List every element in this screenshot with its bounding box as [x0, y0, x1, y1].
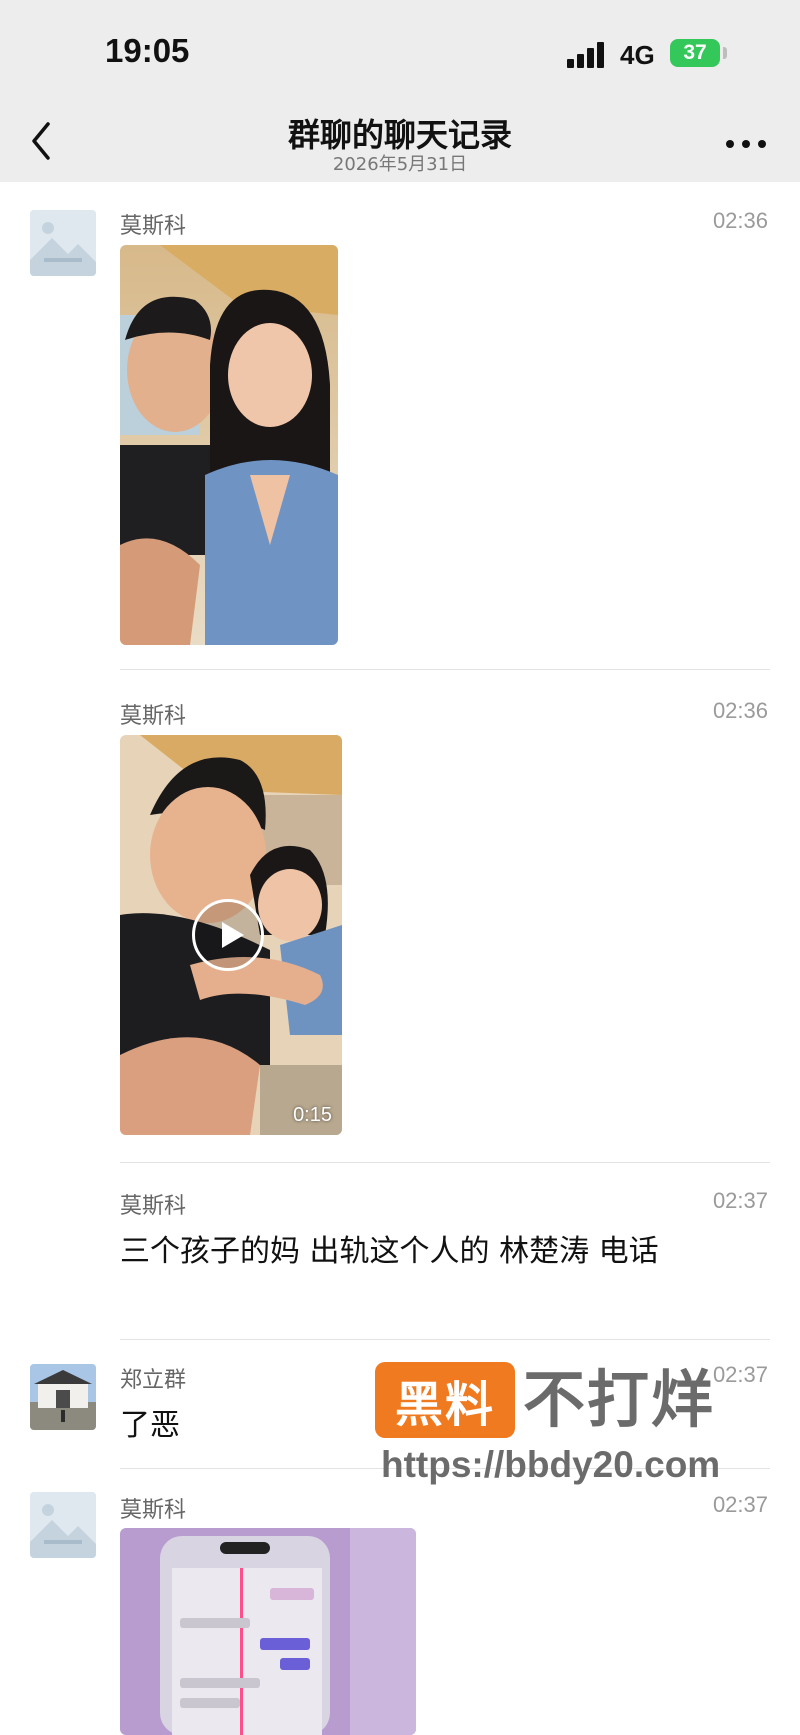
battery-level: 37: [683, 41, 707, 64]
video-duration: 0:15: [293, 1104, 332, 1126]
battery-tip: [723, 47, 727, 59]
sender-name: 郑立群: [120, 1368, 187, 1393]
avatar-placeholder-icon[interactable]: [30, 210, 96, 276]
watermark-badge: 黑料: [375, 1362, 515, 1438]
sender-name: 莫斯科: [120, 1498, 187, 1523]
message-time: 02:36: [712, 208, 768, 233]
chat-message: 莫斯科 02:37: [0, 1480, 800, 1735]
message-divider: [120, 669, 770, 670]
page-date: 2026年5月31日: [332, 154, 468, 175]
sender-name: 莫斯科: [120, 214, 187, 239]
watermark-url: https://bbdy20.com: [381, 1444, 721, 1485]
sender-name: 莫斯科: [120, 1194, 187, 1219]
clock: 19:05: [105, 32, 190, 69]
sender-name: 莫斯科: [120, 704, 187, 729]
chat-message: 莫斯科 02:37 三个孩子的妈 出轨这个人的 林楚涛 电话: [0, 1180, 800, 1340]
message-text: 三个孩子的妈 出轨这个人的 林楚涛 电话: [120, 1234, 659, 1269]
signal-icon: [567, 40, 611, 68]
video-thumbnail[interactable]: 0:15: [120, 735, 342, 1135]
photo-thumbnail[interactable]: [120, 1528, 416, 1735]
battery-icon: 37: [670, 39, 720, 67]
watermark: 黑料 不打烊 https://bbdy20.com: [375, 1362, 755, 1487]
network-type: 4G: [620, 40, 655, 70]
message-divider: [120, 1339, 770, 1340]
nav-bar: 群聊的聊天记录 2026年5月31日: [0, 100, 800, 182]
chat-message: 莫斯科 02:36 0:15: [0, 690, 800, 1163]
message-divider: [120, 1162, 770, 1163]
message-text: 了恶: [120, 1408, 180, 1443]
message-time: 02:37: [712, 1492, 768, 1517]
chat-message: 莫斯科 02:36: [0, 200, 800, 670]
avatar-placeholder-icon[interactable]: [30, 1492, 96, 1558]
message-time: 02:36: [712, 698, 768, 723]
watermark-text: 不打烊: [523, 1363, 716, 1436]
status-bar: 19:05 4G 37: [0, 0, 800, 100]
play-icon[interactable]: [192, 899, 264, 971]
photo-thumbnail[interactable]: [120, 245, 338, 645]
more-icon[interactable]: [724, 138, 768, 150]
message-time: 02:37: [712, 1188, 768, 1213]
avatar[interactable]: [30, 1364, 96, 1430]
